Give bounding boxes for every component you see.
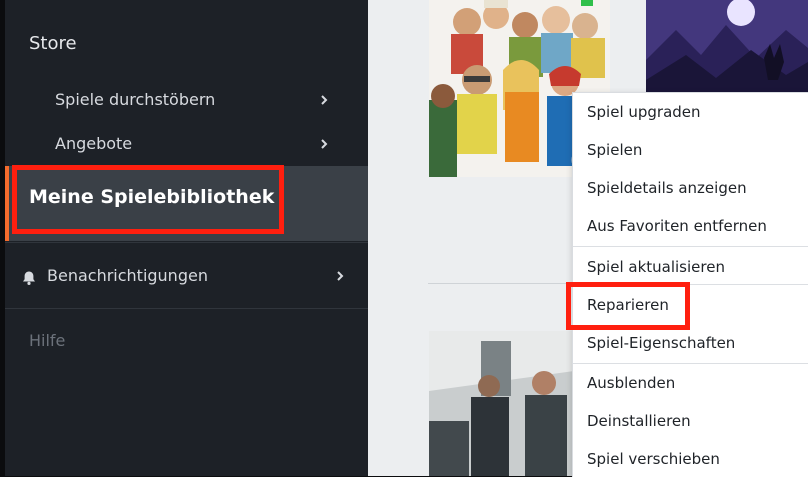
highlight-box-repair [566, 282, 690, 330]
sidebar-item-help[interactable]: Hilfe [29, 331, 65, 350]
game-cover-a-way-out[interactable] [429, 331, 574, 476]
menu-item-upgrade-game[interactable]: Spiel upgraden [587, 101, 701, 123]
chevron-right-icon [335, 263, 349, 289]
menu-item-game-properties[interactable]: Spiel-Eigenschaften [587, 332, 735, 354]
game-cover-art [429, 331, 574, 476]
menu-item-remove-favorite[interactable]: Aus Favoriten entfernen [587, 215, 767, 237]
sidebar-divider [5, 242, 368, 243]
menu-separator [573, 363, 808, 364]
menu-item-play[interactable]: Spielen [587, 139, 642, 161]
sidebar-item-browse-games[interactable]: Spiele durchstöbern [55, 87, 345, 113]
sidebar-divider [5, 308, 368, 309]
menu-item-move-game[interactable]: Spiel verschieben [587, 448, 720, 470]
content-divider [428, 283, 588, 284]
sidebar-item-notifications[interactable]: Benachrichtigungen [21, 263, 349, 289]
sidebar-item-label: Angebote [55, 134, 133, 153]
sidebar-item-offers[interactable]: Angebote [55, 131, 345, 157]
chevron-right-icon [319, 87, 333, 113]
menu-item-uninstall[interactable]: Deinstallieren [587, 410, 691, 432]
menu-item-hide[interactable]: Ausblenden [587, 372, 675, 394]
sidebar-item-label: Benachrichtigungen [47, 266, 208, 285]
sidebar: Store Spiele durchstöbern Angebote Meine… [5, 0, 368, 476]
store-heading[interactable]: Store [29, 33, 77, 54]
bell-icon [21, 268, 37, 285]
menu-separator [573, 246, 808, 247]
highlight-box-library [12, 165, 284, 234]
menu-item-update-game[interactable]: Spiel aktualisieren [587, 256, 725, 278]
chevron-right-icon [319, 131, 333, 157]
selected-accent-bar [5, 166, 9, 241]
menu-item-show-game-details[interactable]: Spieldetails anzeigen [587, 177, 747, 199]
sidebar-item-label: Spiele durchstöbern [55, 90, 216, 109]
